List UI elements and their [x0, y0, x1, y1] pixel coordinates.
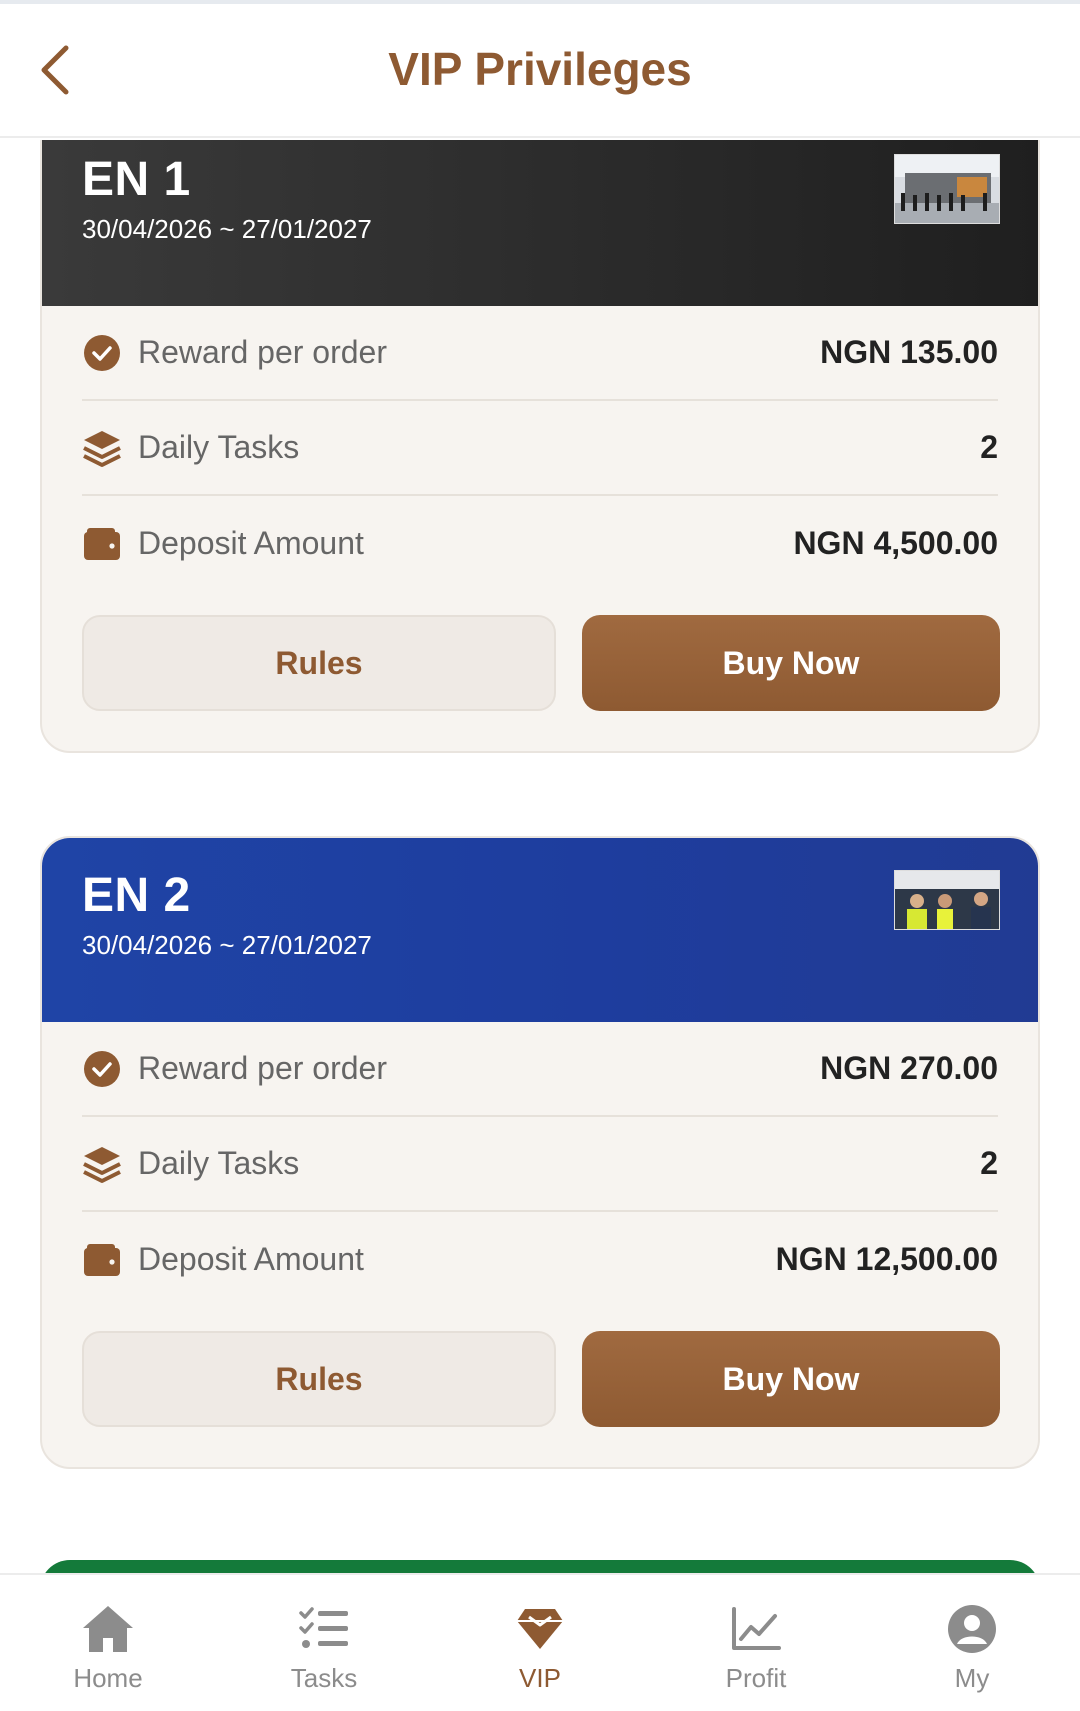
wallet-icon [82, 524, 122, 564]
vip-card-header: EN 1 30/04/2026 ~ 27/01/2027 [42, 140, 1038, 306]
daily-tasks-row: Daily Tasks 2 [82, 401, 998, 496]
vip-card-en1: EN 1 30/04/2026 ~ 27/01/2027 Reward per … [40, 140, 1040, 753]
tab-tasks[interactable]: Tasks [216, 1575, 432, 1711]
tab-vip[interactable]: VIP [432, 1575, 648, 1711]
row-value: 2 [980, 429, 998, 465]
rules-button[interactable]: Rules [82, 1331, 556, 1427]
row-value: NGN 4,500.00 [793, 525, 998, 561]
row-label: Daily Tasks [138, 429, 300, 465]
row-value: NGN 270.00 [820, 1050, 998, 1086]
layers-icon [82, 428, 122, 468]
vip-card-en2: EN 2 30/04/2026 ~ 27/01/2027 Reward per … [40, 836, 1040, 1469]
row-label: Reward per order [138, 334, 387, 370]
tab-label: Tasks [290, 1663, 358, 1693]
vip-level-thumbnail [894, 154, 1000, 224]
app-header: VIP Privileges [0, 4, 1080, 138]
vip-level-thumbnail [894, 870, 1000, 930]
deposit-amount-row: Deposit Amount NGN 4,500.00 [82, 496, 998, 591]
buy-now-button[interactable]: Buy Now [582, 615, 1000, 711]
row-value: NGN 12,500.00 [775, 1241, 998, 1277]
vip-level-title: EN 2 [82, 869, 191, 922]
tab-profit[interactable]: Profit [648, 1575, 864, 1711]
row-label: Daily Tasks [138, 1145, 300, 1181]
rules-button[interactable]: Rules [82, 615, 556, 711]
reward-per-order-row: Reward per order NGN 270.00 [82, 1022, 998, 1117]
buy-now-button[interactable]: Buy Now [582, 1331, 1000, 1427]
tasks-list-icon [296, 1603, 352, 1655]
check-circle-icon [82, 333, 122, 373]
check-circle-icon [82, 1049, 122, 1089]
reward-per-order-row: Reward per order NGN 135.00 [82, 306, 998, 401]
wallet-icon [82, 1240, 122, 1280]
home-icon [80, 1603, 136, 1655]
layers-icon [82, 1144, 122, 1184]
deposit-amount-row: Deposit Amount NGN 12,500.00 [82, 1212, 998, 1307]
vip-validity-dates: 30/04/2026 ~ 27/01/2027 [82, 930, 372, 960]
vip-card-header [40, 1560, 1040, 1573]
vip-level-title: EN 1 [82, 153, 191, 206]
vip-card-list[interactable]: EN 1 30/04/2026 ~ 27/01/2027 Reward per … [0, 140, 1080, 1573]
line-chart-icon [728, 1603, 784, 1655]
tab-label: My [954, 1663, 990, 1693]
vip-validity-dates: 30/04/2026 ~ 27/01/2027 [82, 214, 372, 244]
diamond-icon [512, 1603, 568, 1655]
vip-card-next [40, 1560, 1040, 1573]
bottom-tab-bar: Home Tasks VIP Profit My [0, 1573, 1080, 1711]
tab-label: VIP [519, 1663, 561, 1693]
page-title: VIP Privileges [388, 43, 692, 95]
vip-card-header: EN 2 30/04/2026 ~ 27/01/2027 [42, 838, 1038, 1022]
row-label: Deposit Amount [138, 525, 364, 561]
row-label: Reward per order [138, 1050, 387, 1086]
row-label: Deposit Amount [138, 1241, 364, 1277]
tab-my[interactable]: My [864, 1575, 1080, 1711]
tab-label: Home [73, 1663, 143, 1693]
tab-home[interactable]: Home [0, 1575, 216, 1711]
row-value: 2 [980, 1145, 998, 1181]
daily-tasks-row: Daily Tasks 2 [82, 1117, 998, 1212]
tab-label: Profit [725, 1663, 787, 1693]
user-circle-icon [944, 1603, 1000, 1655]
row-value: NGN 135.00 [820, 334, 998, 370]
